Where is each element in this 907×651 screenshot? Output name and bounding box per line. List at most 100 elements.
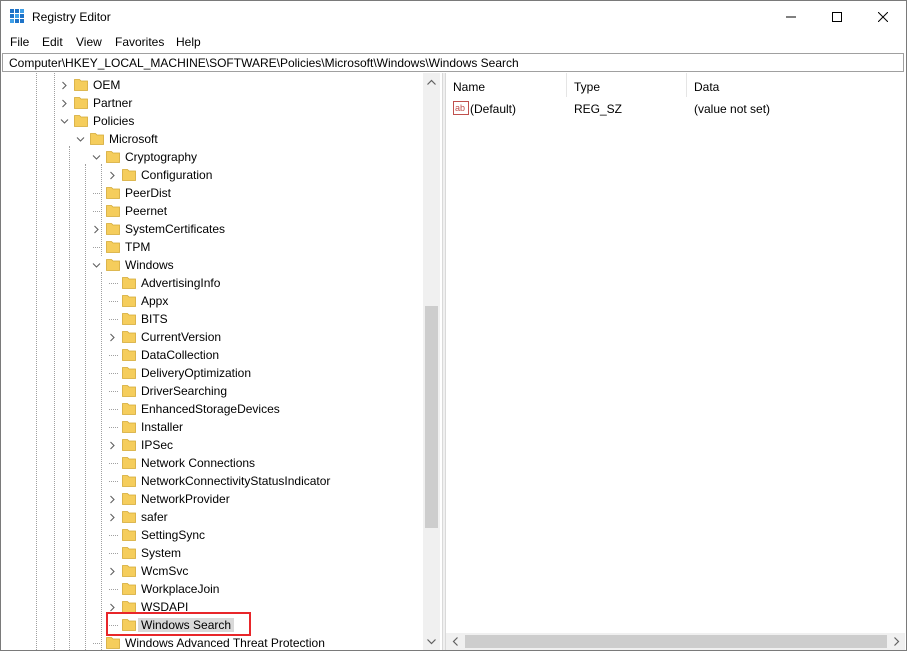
tree-connector — [109, 373, 118, 374]
menu-edit[interactable]: Edit — [42, 35, 63, 49]
tree-item[interactable]: Configuration — [2, 166, 422, 184]
registry-editor-window: Registry Editor File Edit View Favorites… — [0, 0, 907, 651]
folder-icon — [106, 205, 120, 217]
tree-item[interactable]: Cryptography — [2, 148, 422, 166]
chevron-right-icon[interactable] — [108, 513, 117, 522]
folder-icon — [106, 241, 120, 253]
tree-item[interactable]: BITS — [2, 310, 422, 328]
chevron-left-icon — [452, 637, 458, 646]
column-header-data[interactable]: Data — [687, 73, 905, 97]
tree-item-label: Windows — [125, 258, 174, 272]
minimize-icon — [786, 16, 796, 17]
tree-item[interactable]: Microsoft — [2, 130, 422, 148]
tree-item[interactable]: Installer — [2, 418, 422, 436]
tree-item[interactable]: WcmSvc — [2, 562, 422, 580]
tree-item-label: TPM — [125, 240, 151, 254]
tree-item[interactable]: DeliveryOptimization — [2, 364, 422, 382]
scroll-down-button[interactable] — [423, 633, 440, 650]
scroll-right-button[interactable] — [888, 633, 905, 650]
value-name: (Default) — [470, 102, 517, 116]
tree-item[interactable]: TPM — [2, 238, 422, 256]
tree-item[interactable]: Appx — [2, 292, 422, 310]
tree-item-label: EnhancedStorageDevices — [141, 402, 280, 416]
tree-item-label: IPSec — [141, 438, 174, 452]
tree-item-label: WcmSvc — [141, 564, 189, 578]
chevron-right-icon[interactable] — [108, 171, 117, 180]
menu-view[interactable]: View — [76, 35, 102, 49]
folder-icon — [122, 529, 136, 541]
tree-connector — [109, 463, 118, 464]
tree-item[interactable]: PeerDist — [2, 184, 422, 202]
column-name-label: Name — [453, 80, 486, 94]
folder-icon — [122, 457, 136, 469]
chevron-right-icon[interactable] — [108, 495, 117, 504]
tree-item[interactable]: DriverSearching — [2, 382, 422, 400]
chevron-right-icon[interactable] — [108, 441, 117, 450]
tree-item[interactable]: CurrentVersion — [2, 328, 422, 346]
tree-vertical-scrollbar[interactable] — [423, 73, 440, 650]
chevron-right-icon[interactable] — [108, 603, 117, 612]
list-horizontal-scrollbar[interactable] — [446, 633, 905, 650]
list-scroll-thumb[interactable] — [465, 635, 887, 648]
tree-item[interactable]: System — [2, 544, 422, 562]
menu-help[interactable]: Help — [176, 35, 201, 49]
tree-item[interactable]: SystemCertificates — [2, 220, 422, 238]
menu-file[interactable]: File — [10, 35, 29, 49]
menu-favorites[interactable]: Favorites — [115, 35, 164, 49]
folder-icon — [122, 601, 136, 613]
tree-scroll-thumb[interactable] — [425, 306, 438, 528]
close-button[interactable] — [860, 1, 906, 32]
tree-item-label: Policies — [93, 114, 135, 128]
tree-item[interactable]: EnhancedStorageDevices — [2, 400, 422, 418]
tree-item[interactable]: safer — [2, 508, 422, 526]
chevron-right-icon[interactable] — [92, 225, 101, 234]
chevron-down-icon[interactable] — [92, 261, 101, 270]
maximize-button[interactable] — [814, 1, 860, 32]
tree-item[interactable]: Windows Advanced Threat Protection — [2, 634, 422, 650]
minimize-button[interactable] — [768, 1, 814, 32]
tree-item[interactable]: Policies — [2, 112, 422, 130]
registry-editor-app-icon — [10, 9, 24, 23]
folder-icon — [122, 169, 136, 181]
tree-item[interactable]: NetworkProvider — [2, 490, 422, 508]
tree-item-label: Partner — [93, 96, 133, 110]
chevron-right-icon[interactable] — [60, 81, 69, 90]
tree-item[interactable]: AdvertisingInfo — [2, 274, 422, 292]
chevron-down-icon[interactable] — [60, 117, 69, 126]
column-header-name[interactable]: Name — [446, 73, 567, 97]
tree-item[interactable]: WorkplaceJoin — [2, 580, 422, 598]
tree-connector — [109, 535, 118, 536]
chevron-down-icon[interactable] — [92, 153, 101, 162]
chevron-right-icon[interactable] — [108, 333, 117, 342]
tree-item[interactable]: DataCollection — [2, 346, 422, 364]
column-header-type[interactable]: Type — [567, 73, 687, 97]
tree-item-label: Microsoft — [109, 132, 158, 146]
tree-item-label: AdvertisingInfo — [141, 276, 221, 290]
folder-icon — [122, 439, 136, 451]
folder-icon — [122, 367, 136, 379]
tree-item-label: Cryptography — [125, 150, 198, 164]
tree-item[interactable]: NetworkConnectivityStatusIndicator — [2, 472, 422, 490]
tree-item-label: Appx — [141, 294, 169, 308]
folder-icon — [74, 115, 88, 127]
scroll-up-button[interactable] — [423, 73, 440, 90]
tree-item[interactable]: OEM — [2, 76, 422, 94]
tree-item[interactable]: Windows — [2, 256, 422, 274]
chevron-down-icon[interactable] — [76, 135, 85, 144]
tree-item[interactable]: SettingSync — [2, 526, 422, 544]
tree-connector — [109, 481, 118, 482]
tree-item[interactable]: Peernet — [2, 202, 422, 220]
folder-icon — [106, 151, 120, 163]
tree-item-label: Windows Advanced Threat Protection — [125, 636, 325, 650]
tree-item[interactable]: Network Connections — [2, 454, 422, 472]
address-bar[interactable]: Computer\HKEY_LOCAL_MACHINE\SOFTWARE\Pol… — [2, 53, 904, 72]
chevron-right-icon[interactable] — [60, 99, 69, 108]
folder-icon — [122, 403, 136, 415]
chevron-right-icon[interactable] — [108, 567, 117, 576]
tree-item[interactable]: Partner — [2, 94, 422, 112]
value-row[interactable]: ab (Default) REG_SZ (value not set) — [446, 100, 905, 118]
tree-item[interactable]: IPSec — [2, 436, 422, 454]
column-data-label: Data — [694, 80, 720, 94]
scroll-left-button[interactable] — [446, 633, 463, 650]
tree-item-label: OEM — [93, 78, 121, 92]
